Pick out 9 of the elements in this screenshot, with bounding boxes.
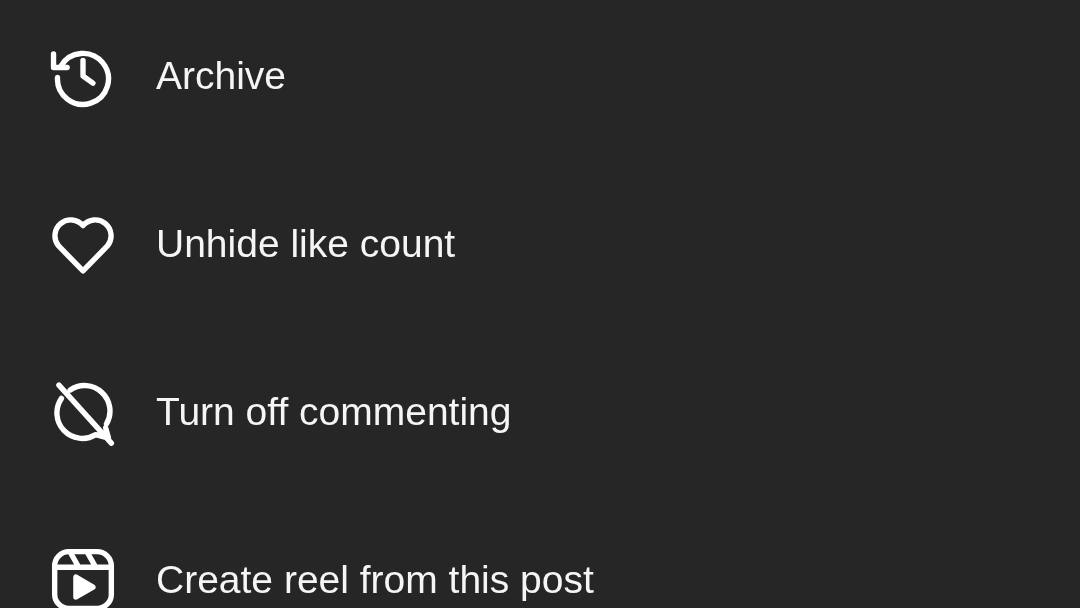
menu-item[interactable]: Turn off commenting xyxy=(0,328,1080,496)
menu-item[interactable]: Unhide like count xyxy=(0,160,1080,328)
menu-item-label: Unhide like count xyxy=(156,222,456,266)
menu-item[interactable]: Archive xyxy=(0,0,1080,160)
menu-item-label: Archive xyxy=(156,54,287,98)
menu-item-label: Turn off commenting xyxy=(156,390,512,434)
reel-icon xyxy=(49,546,117,608)
menu-item-label: Create reel from this post xyxy=(156,558,594,602)
menu-item[interactable]: Create reel from this post xyxy=(0,496,1080,608)
